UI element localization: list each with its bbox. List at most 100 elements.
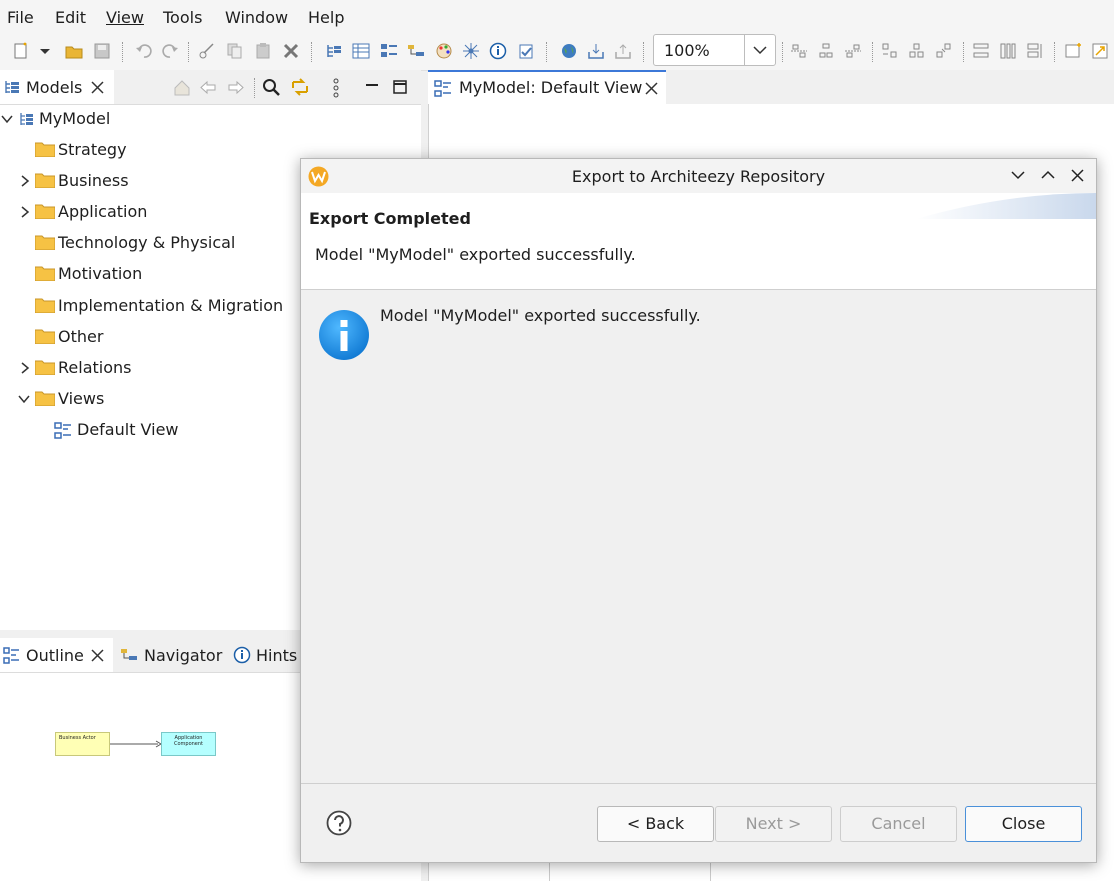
validator-icon[interactable] bbox=[517, 42, 535, 60]
maximize-icon[interactable] bbox=[393, 80, 407, 94]
delete-icon[interactable] bbox=[282, 42, 300, 60]
connection-arrow bbox=[110, 740, 162, 748]
tab-default-view[interactable]: MyModel: Default View bbox=[428, 70, 666, 104]
close-icon[interactable] bbox=[91, 81, 104, 94]
back-button[interactable]: < Back bbox=[597, 806, 714, 842]
import-icon[interactable] bbox=[587, 42, 605, 60]
tab-models[interactable]: Models bbox=[0, 70, 114, 104]
visualiser-icon[interactable] bbox=[462, 42, 480, 60]
folder-icon bbox=[35, 204, 55, 219]
align-right-icon[interactable] bbox=[844, 42, 862, 60]
zoom-value[interactable]: 100% bbox=[664, 41, 710, 60]
save-icon[interactable] bbox=[93, 42, 111, 60]
undo-icon[interactable] bbox=[135, 42, 153, 60]
close-icon[interactable] bbox=[91, 649, 104, 662]
menu-view[interactable]: View bbox=[106, 8, 144, 27]
link-to-editor-icon[interactable] bbox=[290, 77, 310, 97]
align-center-icon[interactable] bbox=[817, 42, 835, 60]
editor-tabbar: MyModel: Default View bbox=[428, 70, 1114, 104]
default-size-icon[interactable] bbox=[1026, 42, 1044, 60]
outline-node-business-actor[interactable]: Business Actor bbox=[55, 732, 110, 756]
chevron-down-icon bbox=[753, 46, 767, 55]
menu-file[interactable]: File bbox=[7, 8, 34, 27]
hints-info-icon[interactable] bbox=[489, 42, 507, 60]
new-icon[interactable] bbox=[12, 42, 30, 60]
align-left-icon[interactable] bbox=[790, 42, 808, 60]
distribute-vertical-icon[interactable] bbox=[972, 42, 990, 60]
match-height-icon[interactable] bbox=[908, 42, 926, 60]
minimize-icon[interactable] bbox=[365, 80, 379, 94]
tab-default-view-label: MyModel: Default View bbox=[459, 78, 643, 97]
outline-node-label: Business Actor bbox=[59, 735, 96, 741]
models-tabbar: Models bbox=[0, 70, 421, 105]
tree-item-label: Default View bbox=[77, 420, 179, 439]
match-width-icon[interactable] bbox=[881, 42, 899, 60]
menu-window[interactable]: Window bbox=[225, 8, 288, 27]
minimize-chevron-icon[interactable] bbox=[1011, 170, 1025, 180]
close-icon[interactable] bbox=[645, 82, 658, 95]
menu-tools[interactable]: Tools bbox=[163, 8, 202, 27]
chevron-down-icon[interactable] bbox=[17, 392, 31, 406]
cut-icon[interactable] bbox=[198, 42, 216, 60]
outline-icon[interactable] bbox=[380, 42, 398, 60]
help-icon[interactable] bbox=[326, 810, 352, 836]
menu-edit[interactable]: Edit bbox=[55, 8, 86, 27]
zoom-combo[interactable]: 100% bbox=[653, 34, 776, 66]
info-message: Model "MyModel" exported successfully. bbox=[380, 306, 701, 325]
tab-navigator[interactable]: Navigator bbox=[116, 638, 226, 672]
header-banner-decoration bbox=[916, 193, 1096, 219]
cancel-button[interactable]: Cancel bbox=[840, 806, 957, 842]
folder-icon bbox=[35, 298, 55, 313]
model-icon bbox=[20, 113, 33, 125]
full-screen-icon[interactable] bbox=[1091, 42, 1109, 60]
paste-icon[interactable] bbox=[254, 42, 272, 60]
export-icon[interactable] bbox=[614, 42, 632, 60]
tree-folder-label: Technology & Physical bbox=[58, 233, 236, 252]
close-button[interactable]: Close bbox=[965, 806, 1082, 842]
redo-icon[interactable] bbox=[161, 42, 179, 60]
open-folder-icon[interactable] bbox=[65, 42, 83, 60]
globe-icon[interactable] bbox=[560, 42, 578, 60]
close-icon[interactable] bbox=[1071, 169, 1084, 182]
dialog-title: Export to Architeezy Repository bbox=[571, 167, 826, 186]
view-menu-icon[interactable] bbox=[332, 78, 340, 98]
copy-icon[interactable] bbox=[226, 42, 244, 60]
zoom-dropdown-button[interactable] bbox=[744, 35, 775, 65]
palette-icon[interactable] bbox=[435, 42, 453, 60]
navigator-icon[interactable] bbox=[407, 42, 425, 60]
dialog-titlebar[interactable]: Export to Architeezy Repository bbox=[301, 159, 1096, 193]
forward-arrow-icon[interactable] bbox=[227, 79, 245, 96]
menu-help[interactable]: Help bbox=[308, 8, 344, 27]
info-icon bbox=[233, 646, 251, 664]
folder-icon bbox=[35, 360, 55, 375]
properties-icon[interactable] bbox=[352, 42, 370, 60]
tab-hints-label: Hints bbox=[256, 646, 298, 665]
back-arrow-icon[interactable] bbox=[199, 79, 217, 96]
chevron-right-icon[interactable] bbox=[18, 361, 32, 375]
tab-outline[interactable]: Outline bbox=[0, 638, 113, 672]
dropdown-arrow-icon[interactable] bbox=[38, 42, 52, 60]
search-icon[interactable] bbox=[262, 78, 281, 97]
tree-root-mymodel[interactable]: MyModel bbox=[0, 106, 421, 134]
chevron-right-icon[interactable] bbox=[18, 174, 32, 188]
navigator-icon bbox=[121, 649, 137, 660]
maximize-chevron-icon[interactable] bbox=[1041, 170, 1055, 180]
distribute-horizontal-icon[interactable] bbox=[999, 42, 1017, 60]
folder-icon bbox=[35, 329, 55, 344]
tree-root-label: MyModel bbox=[39, 109, 111, 128]
tab-hints[interactable]: Hints bbox=[230, 638, 310, 672]
chevron-right-icon[interactable] bbox=[18, 205, 32, 219]
model-tree-icon[interactable] bbox=[325, 42, 343, 60]
folder-icon bbox=[35, 266, 55, 281]
home-icon[interactable] bbox=[173, 79, 191, 96]
dialog-header-message: Model "MyModel" exported successfully. bbox=[315, 245, 636, 264]
folder-icon bbox=[35, 142, 55, 157]
tree-folder-label: Implementation & Migration bbox=[58, 296, 284, 315]
next-button[interactable]: Next > bbox=[715, 806, 832, 842]
diagram-view-icon bbox=[54, 422, 71, 439]
outline-node-application-component[interactable]: Application Component bbox=[161, 732, 216, 756]
match-size-icon[interactable] bbox=[935, 42, 953, 60]
chevron-down-icon[interactable] bbox=[0, 112, 14, 126]
reset-size-icon[interactable] bbox=[1064, 42, 1082, 60]
toolbar: 100% bbox=[0, 34, 1114, 71]
